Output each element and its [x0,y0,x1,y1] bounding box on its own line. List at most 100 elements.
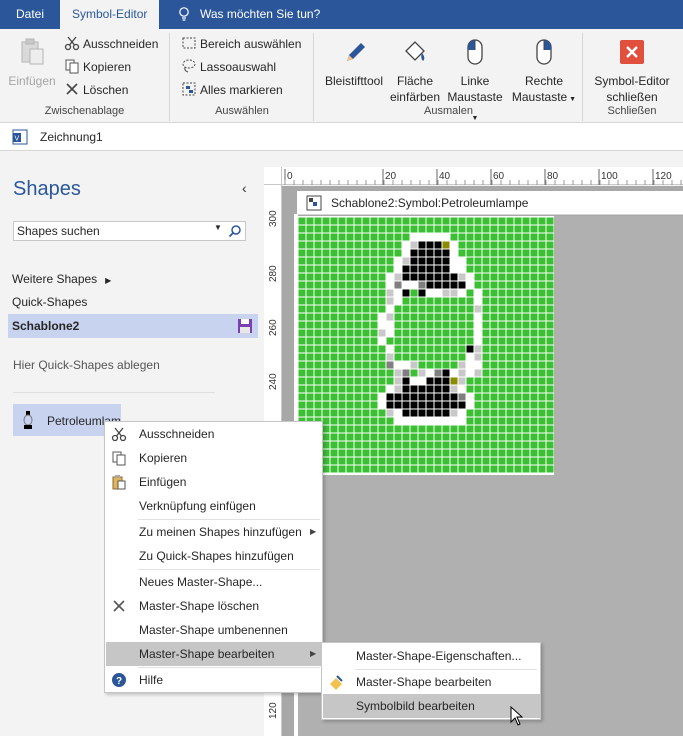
pixel-cell[interactable] [298,233,306,241]
pixel-cell[interactable] [490,305,498,313]
pixel-cell[interactable] [402,465,410,473]
pixel-cell[interactable] [378,265,386,273]
pixel-cell[interactable] [474,241,482,249]
pixel-cell[interactable] [378,241,386,249]
pixel-cell[interactable] [506,249,514,257]
pixel-cell[interactable] [378,225,386,233]
menu-item-delete-master[interactable]: Master-Shape löschen [106,594,322,618]
pixel-cell[interactable] [322,449,330,457]
pixel-cell[interactable] [362,225,370,233]
pixel-cell[interactable] [490,369,498,377]
pixel-cell[interactable] [378,457,386,465]
pixel-cell[interactable] [370,297,378,305]
pixel-cell[interactable] [498,257,506,265]
pixel-cell[interactable] [474,281,482,289]
pixel-cell[interactable] [378,345,386,353]
pixel-cell[interactable] [482,313,490,321]
pixel-cell[interactable] [354,449,362,457]
pixel-cell[interactable] [370,225,378,233]
pixel-cell[interactable] [426,233,434,241]
pixel-cell[interactable] [418,297,426,305]
pixel-cell[interactable] [522,257,530,265]
pixel-cell[interactable] [362,321,370,329]
pixel-cell[interactable] [386,225,394,233]
pixel-cell[interactable] [362,313,370,321]
pixel-cell[interactable] [482,361,490,369]
pixel-cell[interactable] [482,457,490,465]
pixel-cell[interactable] [522,433,530,441]
pixel-cell[interactable] [530,401,538,409]
pixel-cell[interactable] [514,369,522,377]
pixel-cell[interactable] [410,241,418,249]
pixel-cell[interactable] [362,393,370,401]
pixel-cell[interactable] [426,465,434,473]
pixel-cell[interactable] [450,273,458,281]
pixel-cell[interactable] [394,305,402,313]
pixel-cell[interactable] [362,289,370,297]
pixel-cell[interactable] [514,225,522,233]
pixel-cell[interactable] [442,249,450,257]
pixel-cell[interactable] [514,337,522,345]
save-stencil-icon[interactable] [237,318,253,334]
pixel-cell[interactable] [434,297,442,305]
pixel-cell[interactable] [538,241,546,249]
pixel-cell[interactable] [498,385,506,393]
pixel-cell[interactable] [482,401,490,409]
pixel-cell[interactable] [338,345,346,353]
pixel-cell[interactable] [442,465,450,473]
pixel-cell[interactable] [458,305,466,313]
pixel-cell[interactable] [466,417,474,425]
pixel-cell[interactable] [394,441,402,449]
pixel-cell[interactable] [530,289,538,297]
pixel-cell[interactable] [522,457,530,465]
pixel-cell[interactable] [370,433,378,441]
pixel-cell[interactable] [338,289,346,297]
pixel-cell[interactable] [362,345,370,353]
pixel-cell[interactable] [298,361,306,369]
close-symbol-editor-button[interactable]: Symbol-Editor schließen [588,37,676,105]
pixel-cell[interactable] [378,393,386,401]
pixel-cell[interactable] [378,385,386,393]
pixel-cell[interactable] [386,233,394,241]
pixel-cell[interactable] [474,465,482,473]
pixel-cell[interactable] [458,361,466,369]
pixel-cell[interactable] [506,393,514,401]
pixel-cell[interactable] [402,257,410,265]
pixel-cell[interactable] [458,465,466,473]
pixel-cell[interactable] [538,393,546,401]
pixel-cell[interactable] [530,465,538,473]
pixel-cell[interactable] [530,425,538,433]
pixel-cell[interactable] [426,265,434,273]
menu-item-help[interactable]: ? Hilfe [106,668,322,692]
pixel-cell[interactable] [458,433,466,441]
pixel-cell[interactable] [530,457,538,465]
pixel-cell[interactable] [314,281,322,289]
pixel-cell[interactable] [426,257,434,265]
pixel-cell[interactable] [506,401,514,409]
pixel-cell[interactable] [522,409,530,417]
pixel-cell[interactable] [378,433,386,441]
pixel-cell[interactable] [466,433,474,441]
cut-button[interactable]: Ausschneiden [64,34,158,54]
pixel-cell[interactable] [466,449,474,457]
pixel-cell[interactable] [546,305,554,313]
pixel-cell[interactable] [402,289,410,297]
pixel-cell[interactable] [426,425,434,433]
pixel-cell[interactable] [426,433,434,441]
pixel-cell[interactable] [410,257,418,265]
pixel-cell[interactable] [418,457,426,465]
pixel-cell[interactable] [298,281,306,289]
pixel-cell[interactable] [322,257,330,265]
submenu-item-edit-icon[interactable]: Symbolbild bearbeiten [323,694,540,718]
pixel-cell[interactable] [418,329,426,337]
pixel-cell[interactable] [314,217,322,225]
pixel-cell[interactable] [394,289,402,297]
pixel-cell[interactable] [434,345,442,353]
pixel-cell[interactable] [450,409,458,417]
pixel-cell[interactable] [386,369,394,377]
pixel-cell[interactable] [418,313,426,321]
pixel-cell[interactable] [394,457,402,465]
pixel-cell[interactable] [514,425,522,433]
pixel-cell[interactable] [306,289,314,297]
pixel-cell[interactable] [466,305,474,313]
